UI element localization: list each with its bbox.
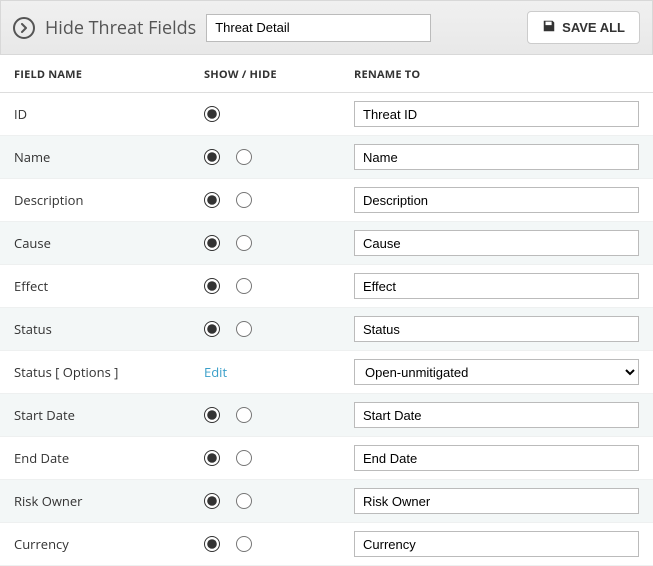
hide-radio[interactable] <box>236 192 252 208</box>
show-hide-radio-group <box>204 192 326 208</box>
show-hide-radio-group <box>204 321 326 337</box>
field-name-cell: Cause <box>0 222 190 265</box>
field-name-cell: Currency <box>0 523 190 566</box>
field-name-cell: Status <box>0 308 190 351</box>
show-radio[interactable] <box>204 149 220 165</box>
rename-input[interactable] <box>354 144 639 170</box>
table-row: Status <box>0 308 653 351</box>
table-row: Cause <box>0 222 653 265</box>
col-header-show-hide: SHOW / HIDE <box>190 55 340 93</box>
hide-radio[interactable] <box>236 450 252 466</box>
field-name-cell: Risk Owner <box>0 480 190 523</box>
hide-radio[interactable] <box>236 536 252 552</box>
field-name-cell: Name <box>0 136 190 179</box>
show-radio[interactable] <box>204 192 220 208</box>
table-row: End Date <box>0 437 653 480</box>
rename-input[interactable] <box>354 230 639 256</box>
show-hide-radio-group <box>204 450 326 466</box>
table-row: Currency <box>0 523 653 566</box>
show-radio[interactable] <box>204 106 220 122</box>
show-radio[interactable] <box>204 450 220 466</box>
rename-input[interactable] <box>354 531 639 557</box>
hide-radio[interactable] <box>236 235 252 251</box>
panel-title: Hide Threat Fields <box>45 16 196 40</box>
col-header-rename-to: RENAME TO <box>340 55 653 93</box>
show-hide-radio-group <box>204 407 326 423</box>
rename-input[interactable] <box>354 316 639 342</box>
save-icon <box>542 19 556 36</box>
field-name-cell: Status [ Options ] <box>0 351 190 394</box>
status-options-select[interactable]: Open-unmitigated <box>354 359 639 385</box>
hide-radio[interactable] <box>236 407 252 423</box>
field-name-cell: End Date <box>0 437 190 480</box>
field-name-cell: Start Date <box>0 394 190 437</box>
table-row: Risk Owner <box>0 480 653 523</box>
rename-input[interactable] <box>354 445 639 471</box>
save-all-label: SAVE ALL <box>562 20 625 35</box>
hide-radio[interactable] <box>236 149 252 165</box>
fields-table: FIELD NAME SHOW / HIDE RENAME TO IDNameD… <box>0 55 653 566</box>
show-hide-radio-group <box>204 493 326 509</box>
table-row: Status [ Options ] Edit Open-unmitigated <box>0 351 653 394</box>
show-radio[interactable] <box>204 235 220 251</box>
rename-input[interactable] <box>354 273 639 299</box>
show-radio[interactable] <box>204 407 220 423</box>
hide-radio[interactable] <box>236 278 252 294</box>
show-hide-radio-group <box>204 235 326 251</box>
rename-input[interactable] <box>354 187 639 213</box>
show-radio[interactable] <box>204 321 220 337</box>
save-all-button[interactable]: SAVE ALL <box>527 11 640 44</box>
field-name-cell: Effect <box>0 265 190 308</box>
hide-radio[interactable] <box>236 321 252 337</box>
show-hide-radio-group <box>204 278 326 294</box>
rename-input[interactable] <box>354 101 639 127</box>
show-hide-radio-group <box>204 149 326 165</box>
rename-input[interactable] <box>354 488 639 514</box>
show-radio[interactable] <box>204 493 220 509</box>
hide-radio[interactable] <box>236 493 252 509</box>
panel-header: Hide Threat Fields SAVE ALL <box>0 0 653 55</box>
show-radio[interactable] <box>204 536 220 552</box>
show-radio[interactable] <box>204 278 220 294</box>
collapse-toggle-icon[interactable] <box>13 17 35 39</box>
field-name-cell: Description <box>0 179 190 222</box>
edit-options-link[interactable]: Edit <box>204 363 227 381</box>
field-name-cell: ID <box>0 93 190 136</box>
table-row: Description <box>0 179 653 222</box>
rename-input[interactable] <box>354 402 639 428</box>
table-row: Effect <box>0 265 653 308</box>
threat-detail-input[interactable] <box>206 14 431 42</box>
table-row: ID <box>0 93 653 136</box>
show-hide-radio-group <box>204 106 326 122</box>
col-header-field-name: FIELD NAME <box>0 55 190 93</box>
table-row: Start Date <box>0 394 653 437</box>
show-hide-radio-group <box>204 536 326 552</box>
table-row: Name <box>0 136 653 179</box>
